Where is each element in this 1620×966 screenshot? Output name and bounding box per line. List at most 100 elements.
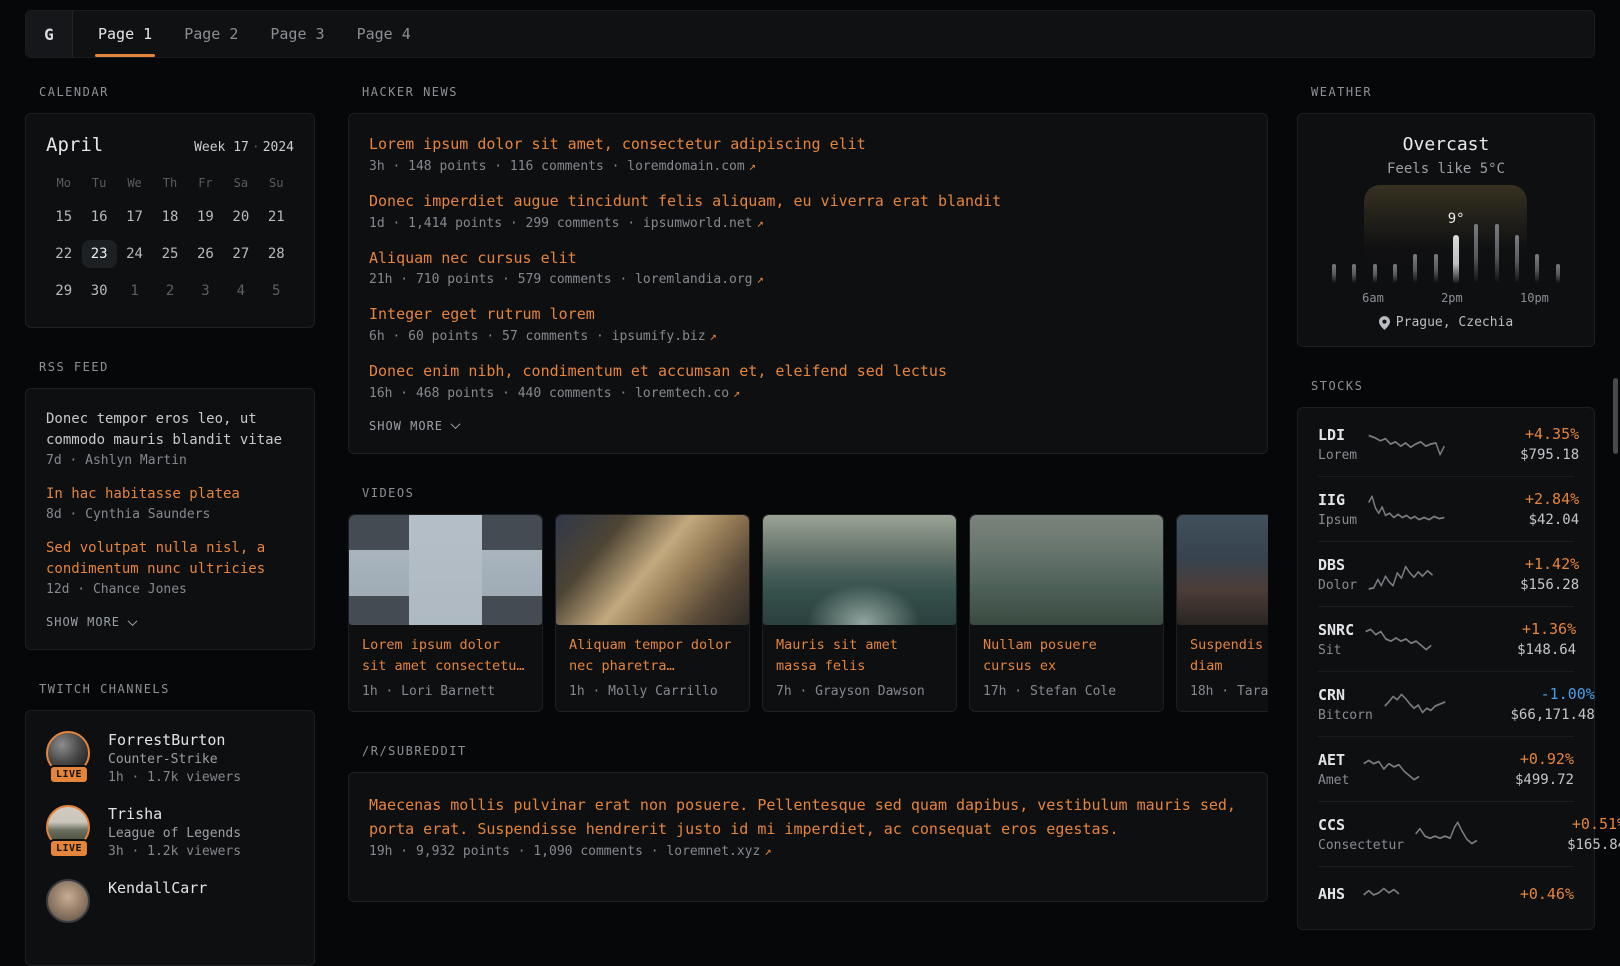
stock-ticker[interactable]: IIG (1318, 491, 1357, 509)
video-meta: 7h · Grayson Dawson (776, 684, 943, 699)
tab-page-2[interactable]: Page 2 (181, 11, 241, 57)
stock-row[interactable]: SNRCSit +1.36%$148.64 (1318, 606, 1574, 671)
chevron-down-icon (451, 419, 461, 429)
stock-name: Lorem (1318, 448, 1357, 463)
video-title[interactable]: Suspendis diam (1190, 635, 1268, 677)
calendar-day: 18 (152, 200, 187, 233)
weather-hour-label (1384, 283, 1403, 307)
stock-name: Consectetur (1318, 838, 1404, 853)
rss-item-title[interactable]: In hac habitasse platea (46, 484, 294, 505)
video-card[interactable]: Suspendis diam 18h · Tara (1176, 514, 1268, 712)
video-meta: 17h · Stefan Cole (983, 684, 1150, 699)
video-card[interactable]: Nullam posuere cursus ex 17h · Stefan Co… (969, 514, 1164, 712)
subreddit-post-title[interactable]: Maecenas mollis pulvinar erat non posuer… (369, 793, 1247, 841)
calendar-day-next-month: 3 (188, 274, 223, 307)
stock-row[interactable]: CCSConsectetur +0.51%$165.84 (1318, 801, 1574, 866)
twitch-channel-viewers: 3h · 1.2k viewers (108, 844, 241, 859)
rss-widget: Donec tempor eros leo, ut commodo mauris… (25, 388, 315, 650)
twitch-channel-row[interactable]: LIVE ForrestBurton Counter-Strike 1h · 1… (46, 731, 294, 785)
stock-ticker[interactable]: CCS (1318, 816, 1404, 834)
hacker-news-section-label: HACKER NEWS (362, 85, 1268, 99)
video-thumbnail-boat-wake-city-skyline (763, 515, 956, 625)
hn-show-more-button[interactable]: SHOW MORE (369, 419, 1247, 433)
video-title[interactable]: Nullam posuere cursus ex (983, 635, 1150, 677)
tab-page-1[interactable]: Page 1 (95, 11, 155, 57)
stock-row[interactable]: AHS +0.46% (1318, 866, 1574, 925)
external-link-icon: ↗ (749, 159, 756, 173)
twitch-channel-name[interactable]: Trisha (108, 805, 241, 823)
calendar-day: 20 (223, 200, 258, 233)
videos-section-label: VIDEOS (362, 486, 1268, 500)
stock-change: -1.00% (1477, 685, 1595, 703)
weather-hour-labels: 6am2pm10pm (1324, 283, 1568, 307)
weather-hour-bar: 9° (1446, 203, 1466, 283)
stock-price: $165.84 (1508, 837, 1620, 853)
weather-condition: Overcast (1318, 134, 1574, 155)
video-card[interactable]: Aliquam tempor dolor nec pharetra… 1h · … (555, 514, 750, 712)
page-tabs: Page 1 Page 2 Page 3 Page 4 (73, 11, 440, 57)
video-title[interactable]: Lorem ipsum dolor sit amet consectetu… (362, 635, 529, 677)
page-scrollbar-thumb[interactable] (1613, 378, 1618, 454)
stock-row[interactable]: CRNBitcorn -1.00%$66,171.48 (1318, 671, 1574, 736)
rss-item-title[interactable]: Sed volutpat nulla nisl, a condimentum n… (46, 538, 294, 580)
stock-name: Dolor (1318, 578, 1357, 593)
top-navbar: G Page 1 Page 2 Page 3 Page 4 (25, 10, 1595, 58)
weather-hour-bar (1548, 203, 1568, 283)
twitch-channel-row[interactable]: KendallCarr (46, 879, 294, 925)
weather-hour-bar (1385, 203, 1405, 283)
twitch-channel-row[interactable]: LIVE Trisha League of Legends 3h · 1.2k … (46, 805, 294, 859)
stock-row[interactable]: IIGIpsum +2.84%$42.04 (1318, 476, 1574, 541)
twitch-avatar-wrap (46, 879, 92, 925)
rss-item-meta: 12d · Chance Jones (46, 582, 294, 597)
subreddit-section-label: /R/SUBREDDIT (362, 744, 1268, 758)
video-title[interactable]: Aliquam tempor dolor nec pharetra… (569, 635, 736, 677)
stock-sparkline (1367, 493, 1451, 525)
stock-row[interactable]: LDILorem +4.35%$795.18 (1318, 412, 1574, 476)
hn-item-title[interactable]: Donec enim nibh, condimentum et accumsan… (369, 361, 1247, 383)
stock-price: $156.28 (1461, 577, 1579, 593)
stock-ticker[interactable]: DBS (1318, 556, 1357, 574)
live-badge: LIVE (49, 839, 89, 858)
twitch-channel-name[interactable]: ForrestBurton (108, 731, 241, 749)
weather-hour-bar (1507, 203, 1527, 283)
tab-page-3[interactable]: Page 3 (267, 11, 327, 57)
stock-sparkline (1414, 818, 1498, 850)
rss-show-more-button[interactable]: SHOW MORE (46, 615, 294, 629)
weather-hour-bar (1344, 203, 1364, 283)
stock-change: +0.51% (1508, 815, 1620, 833)
hn-item-meta: 1d · 1,414 points · 299 comments · ipsum… (369, 216, 1247, 231)
hn-item-title[interactable]: Donec imperdiet augue tincidunt felis al… (369, 191, 1247, 213)
calendar-day-selected: 23 (81, 237, 116, 270)
hn-item-title[interactable]: Integer eget rutrum lorem (369, 304, 1247, 326)
video-card[interactable]: Lorem ipsum dolor sit amet consectetu… 1… (348, 514, 543, 712)
rss-item: Donec tempor eros leo, ut commodo mauris… (46, 409, 294, 468)
hn-item-meta: 6h · 60 points · 57 comments · ipsumify.… (369, 329, 1247, 344)
twitch-channel-name[interactable]: KendallCarr (108, 879, 207, 897)
stock-row[interactable]: DBSDolor +1.42%$156.28 (1318, 541, 1574, 606)
stock-ticker[interactable]: AHS (1318, 885, 1352, 903)
calendar-day-next-month: 5 (259, 274, 294, 307)
stock-ticker[interactable]: LDI (1318, 426, 1357, 444)
hn-item-title[interactable]: Lorem ipsum dolor sit amet, consectetur … (369, 134, 1247, 156)
hn-item-title[interactable]: Aliquam nec cursus elit (369, 248, 1247, 270)
stock-name: Ipsum (1318, 513, 1357, 528)
weather-hour-bar (1487, 203, 1507, 283)
stock-sparkline (1367, 428, 1451, 460)
stock-ticker[interactable]: CRN (1318, 686, 1373, 704)
calendar-dow: Th (152, 170, 187, 196)
calendar-grid: Mo Tu We Th Fr Sa Su 15 16 17 18 19 20 2… (46, 170, 294, 307)
video-card[interactable]: Mauris sit amet massa felis 7h · Grayson… (762, 514, 957, 712)
tab-page-4[interactable]: Page 4 (354, 11, 414, 57)
stock-ticker[interactable]: SNRC (1318, 621, 1354, 639)
weather-hour-label (1501, 283, 1520, 307)
video-title[interactable]: Mauris sit amet massa felis (776, 635, 943, 677)
rss-item-title[interactable]: Donec tempor eros leo, ut commodo mauris… (46, 409, 294, 451)
stock-ticker[interactable]: AET (1318, 751, 1352, 769)
stock-change: +1.42% (1461, 555, 1579, 573)
weather-hour-label: 10pm (1520, 283, 1549, 307)
rss-section-label: RSS FEED (39, 360, 315, 374)
weather-bars: 9° (1324, 203, 1568, 283)
stock-row[interactable]: AETAmet +0.92%$499.72 (1318, 736, 1574, 801)
app-logo[interactable]: G (26, 11, 73, 57)
weather-feels-like: Feels like 5°C (1318, 161, 1574, 177)
